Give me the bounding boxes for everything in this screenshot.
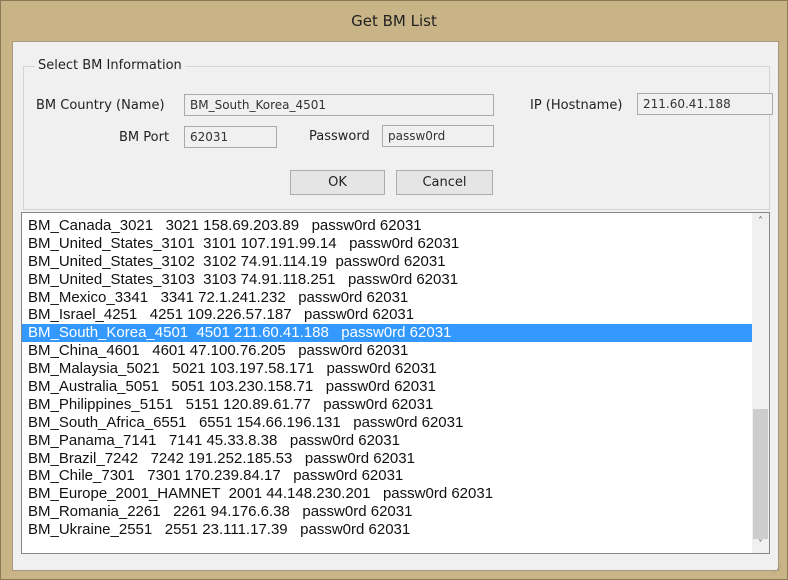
list-item[interactable]: BM_Malaysia_5021 5021 103.197.58.171 pas… [22, 360, 752, 378]
list-item[interactable]: BM_Ukraine_2551 2551 23.111.17.39 passw0… [22, 521, 752, 539]
title-bar[interactable]: Get BM List [1, 1, 787, 41]
country-name-field[interactable]: BM_South_Korea_4501 [184, 94, 494, 116]
window-title: Get BM List [351, 12, 437, 30]
chevron-up-icon[interactable]: ˄ [752, 213, 769, 230]
list-item[interactable]: BM_South_Korea_4501 4501 211.60.41.188 p… [22, 324, 752, 343]
list-item[interactable]: BM_Panama_7141 7141 45.33.8.38 passw0rd … [22, 432, 752, 450]
country-label: BM Country (Name) [36, 98, 165, 113]
chevron-down-icon[interactable]: ˅ [752, 536, 769, 553]
vertical-scrollbar[interactable]: ˄ ˅ [752, 213, 769, 553]
ip-hostname-field[interactable]: 211.60.41.188 [637, 93, 773, 115]
list-item[interactable]: BM_Mexico_3341 3341 72.1.241.232 passw0r… [22, 289, 752, 307]
bm-list-rows: BM_Canada_3021 3021 158.69.203.89 passw0… [22, 217, 752, 539]
list-item[interactable]: BM_United_States_3101 3101 107.191.99.14… [22, 235, 752, 253]
list-item[interactable]: BM_Australia_5051 5051 103.230.158.71 pa… [22, 378, 752, 396]
list-item[interactable]: BM_United_States_3103 3103 74.91.118.251… [22, 271, 752, 289]
resize-grip-icon[interactable]: ⋰ [773, 565, 783, 575]
group-title: Select BM Information [35, 58, 185, 73]
cancel-button[interactable]: Cancel [396, 170, 493, 195]
list-item[interactable]: BM_Romania_2261 2261 94.176.6.38 passw0r… [22, 503, 752, 521]
list-item[interactable]: BM_Europe_2001_HAMNET 2001 44.148.230.20… [22, 485, 752, 503]
list-item[interactable]: BM_South_Africa_6551 6551 154.66.196.131… [22, 414, 752, 432]
port-label: BM Port [119, 130, 170, 145]
ok-button[interactable]: OK [290, 170, 385, 195]
ip-label: IP (Hostname) [530, 98, 623, 113]
password-label: Password [309, 129, 370, 144]
list-item[interactable]: BM_China_4601 4601 47.100.76.205 passw0r… [22, 342, 752, 360]
list-item[interactable]: BM_Brazil_7242 7242 191.252.185.53 passw… [22, 450, 752, 468]
dialog-body: Select BM Information BM Country (Name) … [12, 41, 779, 571]
list-item[interactable]: BM_Canada_3021 3021 158.69.203.89 passw0… [22, 217, 752, 235]
list-item[interactable]: BM_Chile_7301 7301 170.239.84.17 passw0r… [22, 467, 752, 485]
list-item[interactable]: BM_Philippines_5151 5151 120.89.61.77 pa… [22, 396, 752, 414]
port-field[interactable]: 62031 [184, 126, 277, 148]
scrollbar-thumb[interactable] [753, 409, 768, 539]
list-item[interactable]: BM_Israel_4251 4251 109.226.57.187 passw… [22, 306, 752, 324]
list-item[interactable]: BM_United_States_3102 3102 74.91.114.19 … [22, 253, 752, 271]
password-field[interactable]: passw0rd [382, 125, 494, 147]
bm-listbox[interactable]: BM_Canada_3021 3021 158.69.203.89 passw0… [21, 212, 770, 554]
dialog-window: Get BM List Select BM Information BM Cou… [0, 0, 788, 580]
